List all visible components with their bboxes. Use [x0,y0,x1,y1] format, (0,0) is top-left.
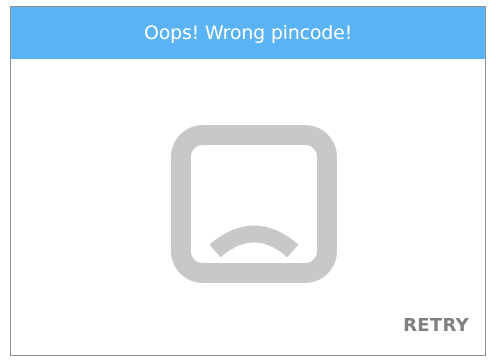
sad-face-frame [171,125,337,283]
sad-face-icon [171,125,337,283]
retry-button[interactable]: RETRY [403,315,469,336]
dialog-header: Oops! Wrong pincode! [11,7,485,59]
error-dialog: Oops! Wrong pincode! RETRY [10,6,486,356]
sad-face-mouth [209,225,299,258]
dialog-title: Oops! Wrong pincode! [143,22,353,44]
